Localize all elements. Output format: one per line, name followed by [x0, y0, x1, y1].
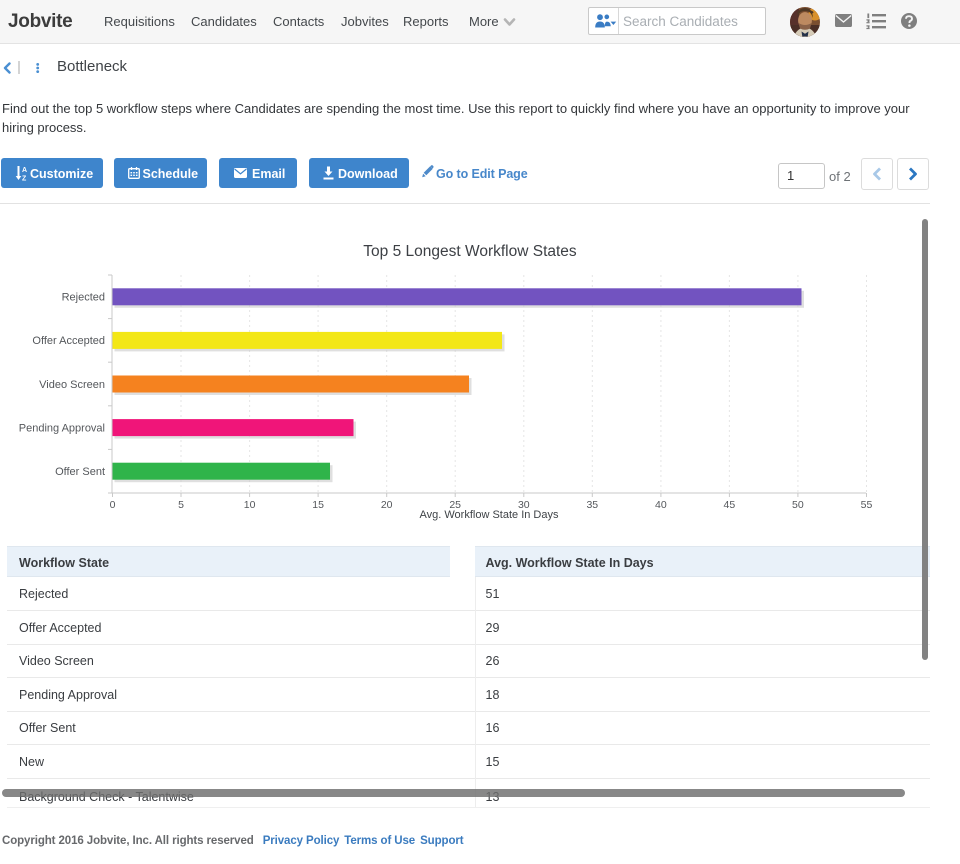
svg-text:Offer Accepted: Offer Accepted [32, 335, 105, 347]
svg-text:45: 45 [724, 499, 736, 511]
svg-text:Rejected: Rejected [62, 292, 105, 304]
svg-text:Avg. Workflow State In Days: Avg. Workflow State In Days [420, 509, 559, 521]
svg-text:20: 20 [381, 499, 393, 511]
svg-text:55: 55 [861, 499, 873, 511]
svg-text:0: 0 [110, 499, 116, 511]
svg-text:Offer Sent: Offer Sent [55, 466, 105, 478]
svg-text:10: 10 [244, 499, 256, 511]
svg-text:A: A [22, 167, 27, 174]
svg-text:35: 35 [586, 499, 598, 511]
svg-text:40: 40 [655, 499, 667, 511]
svg-text:Z: Z [22, 176, 27, 182]
svg-text:Pending Approval: Pending Approval [19, 422, 105, 434]
svg-text:15: 15 [312, 499, 324, 511]
svg-text:50: 50 [792, 499, 804, 511]
svg-text:5: 5 [178, 499, 184, 511]
svg-text:Video Screen: Video Screen [39, 379, 105, 391]
svg-text:Top 5 Longest Workflow States: Top 5 Longest Workflow States [363, 243, 577, 260]
